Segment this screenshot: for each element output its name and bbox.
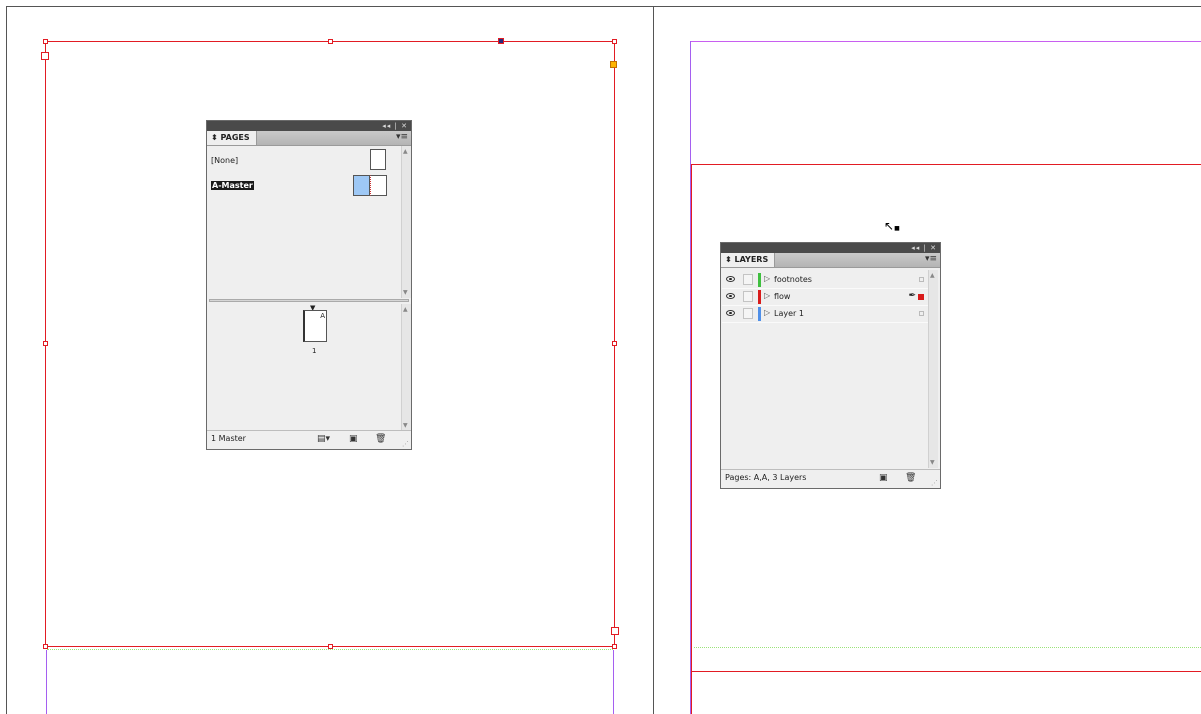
tab-layers-label: LAYERS xyxy=(734,255,769,264)
visibility-eye-icon[interactable] xyxy=(726,310,735,316)
tab-pages[interactable]: ⬍ PAGES xyxy=(207,131,257,145)
layer-row-footnotes[interactable]: ▷ footnotes xyxy=(722,272,930,289)
bleed-guide-top-right xyxy=(690,41,1201,42)
anchor-point-icon[interactable] xyxy=(610,61,617,68)
tab-pages-label: PAGES xyxy=(220,133,250,142)
lock-toggle[interactable] xyxy=(743,291,753,302)
layers-panel: ◂◂ | ✕ ⬍ LAYERS ▾≡ ▷ footnotes ▷ flow ✒ … xyxy=(720,242,941,489)
bleed-guide-left-2 xyxy=(613,650,614,714)
pages-panel: ◂◂ | ✕ ⬍ PAGES ▾≡ [None] A-Master ▲ ▼ ▼ A… xyxy=(206,120,412,450)
layers-list: ▷ footnotes ▷ flow ✒ ▷ Layer 1 xyxy=(721,270,942,470)
frame-handle-tr[interactable] xyxy=(612,39,617,44)
layers-panel-titlebar[interactable]: ◂◂ | ✕ xyxy=(721,243,940,253)
pages-panel-footer: 1 Master ▤▾ ▣ 🗑 ⋰ xyxy=(207,430,411,449)
baseline-guide-left xyxy=(47,649,613,650)
selection-square-filled[interactable] xyxy=(918,294,924,300)
layer-row-layer-1[interactable]: ▷ Layer 1 xyxy=(722,306,930,323)
delete-page-icon[interactable]: 🗑 xyxy=(375,434,386,444)
resize-grip-icon[interactable]: ⋰ xyxy=(402,440,409,448)
frame-handle-tm[interactable] xyxy=(328,39,333,44)
frame-handle-mr[interactable] xyxy=(612,341,617,346)
pages-footer-status: 1 Master xyxy=(211,434,246,443)
margin-guide-top-right xyxy=(691,164,1201,165)
margin-guide-bottom-right xyxy=(691,671,1201,672)
layer-name[interactable]: footnotes xyxy=(774,275,812,284)
layer-name[interactable]: Layer 1 xyxy=(774,309,804,318)
panel-menu-icon[interactable]: ▾≡ xyxy=(925,254,937,264)
panel-menu-icon[interactable]: ▾≡ xyxy=(396,132,408,142)
frame-handle-ml[interactable] xyxy=(43,341,48,346)
layer-color-swatch xyxy=(758,290,761,304)
frame-handle-tl[interactable] xyxy=(43,39,48,44)
in-port-icon[interactable] xyxy=(41,52,49,60)
layers-scrollbar[interactable]: ▲ ▼ xyxy=(928,270,938,468)
master-item-none[interactable]: [None] xyxy=(211,156,238,165)
expand-triangle-icon[interactable]: ▷ xyxy=(764,308,770,317)
pasteboard-top-edge xyxy=(6,6,1201,7)
masters-list: [None] A-Master xyxy=(207,146,401,296)
pages-list: ▼ A 1 xyxy=(207,304,401,431)
expand-triangle-icon[interactable]: ▷ xyxy=(764,274,770,283)
new-page-icon[interactable]: ▣ xyxy=(349,434,358,444)
layer-name[interactable]: flow xyxy=(774,292,790,301)
lock-toggle[interactable] xyxy=(743,308,753,319)
layer-color-swatch xyxy=(758,273,761,287)
out-port-icon[interactable] xyxy=(611,627,619,635)
expand-triangle-icon[interactable]: ▷ xyxy=(764,291,770,300)
document-canvas: ↖■ xyxy=(0,0,1201,714)
lock-toggle[interactable] xyxy=(743,274,753,285)
margin-guide-left-right xyxy=(691,164,692,714)
resize-grip-icon[interactable]: ⋰ xyxy=(931,479,938,487)
a-master-right-thumb[interactable] xyxy=(370,175,387,196)
master-label-none: [None] xyxy=(211,156,239,165)
selection-square[interactable] xyxy=(919,311,924,316)
page-1-number: 1 xyxy=(312,347,317,355)
layers-footer-status: Pages: A,A, 3 Layers xyxy=(725,473,807,482)
new-layer-icon[interactable]: ▣ xyxy=(879,473,888,483)
edit-page-size-icon[interactable]: ▤▾ xyxy=(317,434,330,444)
page-1-master-letter: A xyxy=(320,312,325,320)
pasteboard-left-edge xyxy=(6,6,7,714)
visibility-eye-icon[interactable] xyxy=(726,293,735,299)
layers-panel-footer: Pages: A,A, 3 Layers ▣ 🗑 ⋰ xyxy=(721,469,940,488)
baseline-guide-right xyxy=(694,647,1201,648)
master-item-a-master[interactable]: A-Master xyxy=(211,181,254,190)
content-grabber-icon[interactable] xyxy=(498,38,504,44)
layer-color-swatch xyxy=(758,307,761,321)
pages-scrollbar[interactable]: ▲ ▼ xyxy=(401,304,411,431)
pages-panel-titlebar[interactable]: ◂◂ | ✕ xyxy=(207,121,411,131)
selection-square[interactable] xyxy=(919,277,924,282)
mouse-cursor-icon: ↖■ xyxy=(884,219,900,233)
page-1-thumb[interactable]: A xyxy=(303,310,327,342)
visibility-eye-icon[interactable] xyxy=(726,276,735,282)
pen-target-icon: ✒ xyxy=(908,291,916,301)
masters-scrollbar[interactable]: ▲ ▼ xyxy=(401,146,411,298)
delete-layer-icon[interactable]: 🗑 xyxy=(905,473,916,483)
spread-divider xyxy=(653,6,654,714)
layer-row-flow[interactable]: ▷ flow ✒ xyxy=(722,289,930,306)
master-label-a-master: A-Master xyxy=(211,181,254,190)
panel-collapse-close-icon[interactable]: ◂◂ | ✕ xyxy=(382,121,408,131)
bleed-guide-left xyxy=(46,650,47,714)
a-master-left-thumb[interactable] xyxy=(353,175,370,196)
tab-layers[interactable]: ⬍ LAYERS xyxy=(721,253,776,267)
panel-collapse-close-icon[interactable]: ◂◂ | ✕ xyxy=(911,243,937,253)
none-master-thumb[interactable] xyxy=(370,149,386,170)
panel-divider[interactable] xyxy=(209,299,409,302)
